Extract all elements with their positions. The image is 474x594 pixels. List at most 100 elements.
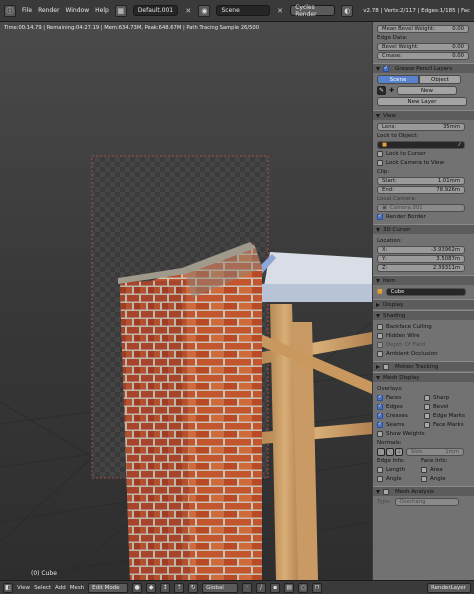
3d-viewport[interactable]: Time:00:14.79 | Remaining:04:27.19 | Mem… (0, 22, 372, 580)
menu-help[interactable]: Help (95, 7, 109, 14)
face-marks-checkbox[interactable] (424, 421, 430, 428)
tab-object[interactable]: Object (419, 75, 461, 84)
clip-end-field[interactable]: End: 78.926m (377, 185, 465, 194)
item-name-field[interactable]: Cube (385, 287, 466, 296)
creases-checkbox[interactable]: ✓ (377, 412, 383, 419)
depth-of-field-checkbox[interactable] (377, 341, 383, 348)
face-angle-checkbox[interactable] (421, 475, 427, 482)
mean-bevel-weight-label: Mean Bevel Weight: (382, 25, 435, 32)
lock-camera-checkbox[interactable] (377, 159, 383, 166)
pivot-point-icon[interactable]: ◆ (146, 582, 157, 593)
snap-icon[interactable]: ⊓ (312, 582, 323, 593)
bevel-weight-field[interactable]: Bevel Weight: 0.00 (377, 42, 469, 51)
edge-angle-label: Angle (386, 475, 402, 482)
cursor-z-field[interactable]: Z: 2.39311m (377, 263, 465, 272)
transform-orientation-select[interactable]: Global (202, 582, 239, 593)
editor-type-icon[interactable]: ◧ (3, 582, 13, 593)
mode-select[interactable]: Edit Mode (88, 582, 129, 593)
camera-field-row: ▣ Camera.001 (373, 203, 474, 212)
cursor-z-row: Z: 2.39311m (373, 263, 474, 272)
bevel-checkbox[interactable] (424, 403, 430, 410)
screen-layout-icon[interactable]: ▦ (114, 4, 127, 17)
3d-cursor-panel-header[interactable]: 3D Cursor (373, 224, 474, 234)
render-engine-select[interactable]: Cycles Render (290, 4, 336, 18)
lock-to-cursor-checkbox[interactable] (377, 150, 383, 157)
menu-view[interactable]: View (17, 585, 30, 591)
menu-mesh[interactable]: Mesh (70, 585, 84, 591)
backface-culling-checkbox[interactable] (377, 323, 383, 330)
edge-length-checkbox[interactable] (377, 466, 383, 473)
grease-pencil-checkbox[interactable]: ✓ (383, 65, 389, 72)
tab-scene[interactable]: Scene (377, 75, 419, 84)
edges-checkbox[interactable]: ✓ (377, 403, 383, 410)
face-area-checkbox[interactable] (421, 466, 427, 473)
view-panel-header[interactable]: View (373, 110, 474, 120)
render-layer-select[interactable]: RenderLayer (427, 582, 471, 593)
motion-tracking-checkbox[interactable] (383, 363, 389, 370)
vertex-normals-icon[interactable]: ⋰ (377, 447, 385, 456)
viewport-shading-icon[interactable]: ● (132, 582, 143, 593)
mesh-analysis-checkbox[interactable] (383, 488, 389, 495)
menu-window[interactable]: Window (65, 7, 89, 14)
cursor-location-row: Location: (373, 236, 474, 245)
sharp-checkbox[interactable] (424, 394, 430, 401)
mesh-analysis-panel-header[interactable]: Mesh Analysis (373, 486, 474, 496)
occlude-geometry-icon[interactable]: ▤ (284, 582, 295, 593)
translate-icon[interactable]: ⇡ (174, 582, 185, 593)
view-panel-title: View (383, 112, 397, 119)
vertex-select-icon[interactable]: · (242, 582, 253, 593)
screen-layout-field[interactable]: Default.001 (132, 5, 179, 16)
menu-add[interactable]: Add (55, 585, 66, 591)
shading-panel-header[interactable]: Shading (373, 310, 474, 320)
show-weights-checkbox[interactable] (377, 430, 383, 437)
menu-file[interactable]: File (22, 7, 32, 14)
scene-field[interactable]: Scene (216, 5, 270, 16)
display-panel-header[interactable]: Display (373, 299, 474, 309)
scene-icon[interactable]: ◉ (198, 4, 211, 17)
mean-bevel-weight-field[interactable]: Mean Bevel Weight: 0.00 (377, 24, 469, 33)
faces-checkbox[interactable]: ✓ (377, 394, 383, 401)
mesh-display-panel-header[interactable]: Mesh Display (373, 372, 474, 382)
seams-checkbox[interactable]: ✓ (377, 421, 383, 428)
eyedropper-icon[interactable]: ⁄ (459, 142, 460, 148)
render-border-checkbox[interactable]: ✓ (377, 213, 383, 220)
split-normals-icon[interactable]: ⋱ (386, 447, 394, 456)
menu-select[interactable]: Select (34, 585, 51, 591)
face-select-icon[interactable]: ▪ (270, 582, 281, 593)
normals-size-field[interactable]: Size: 1mm (406, 447, 464, 456)
item-panel-header[interactable]: Item (373, 275, 474, 285)
add-icon[interactable]: ✚ (389, 87, 394, 94)
mesh-analysis-title: Mesh Analysis (395, 488, 434, 495)
menu-render[interactable]: Render (38, 7, 59, 14)
edge-select-icon[interactable]: / (256, 582, 267, 593)
close-layout-icon[interactable]: ✕ (184, 6, 192, 16)
clip-start-field[interactable]: Start: 1.01mm (377, 176, 465, 185)
render-border-label: Render Border (386, 213, 426, 220)
rotate-icon[interactable]: ↻ (188, 582, 199, 593)
analysis-type-select[interactable]: Overhang (394, 497, 459, 506)
new-layer-button[interactable]: New Layer (377, 97, 467, 106)
lens-field[interactable]: Lens: 35mm (377, 122, 465, 131)
render-status-line: Time:00:14.79 | Remaining:04:27.19 | Mem… (4, 25, 259, 31)
local-camera-field[interactable]: ▣ Camera.001 (377, 203, 465, 212)
pencil-icon[interactable]: ✎ (377, 86, 386, 95)
close-scene-icon[interactable]: ✕ (276, 6, 284, 16)
new-grease-button[interactable]: New (397, 86, 458, 95)
collapsed-triangle-icon (376, 302, 380, 307)
info-headers-row: Edge Info: Face Info: (373, 456, 474, 465)
motion-tracking-panel-header[interactable]: Motion Tracking (373, 361, 474, 371)
lock-object-field[interactable]: ■ ⁄ (377, 140, 465, 149)
crease-field[interactable]: Crease: 0.00 (377, 51, 469, 60)
proportional-edit-icon[interactable]: ○ (298, 582, 309, 593)
cursor-y-field[interactable]: Y: 3.5087m (377, 254, 465, 263)
hidden-wire-checkbox[interactable] (377, 332, 383, 339)
edge-angle-checkbox[interactable] (377, 475, 383, 482)
properties-sidebar[interactable]: Mean Bevel Weight: 0.00 Edge Data: Bevel… (372, 22, 474, 580)
info-editor-icon[interactable]: ⓘ (4, 4, 17, 17)
face-normals-icon[interactable]: ⊥ (395, 447, 403, 456)
grease-pencil-panel-header[interactable]: ✓ Grease Pencil Layers (373, 63, 474, 73)
ambient-occlusion-checkbox[interactable] (377, 350, 383, 357)
edge-marks-checkbox[interactable] (424, 412, 430, 419)
cursor-x-field[interactable]: X: -3.93962m (377, 245, 465, 254)
manipulator-icon[interactable]: ↕ (160, 582, 171, 593)
